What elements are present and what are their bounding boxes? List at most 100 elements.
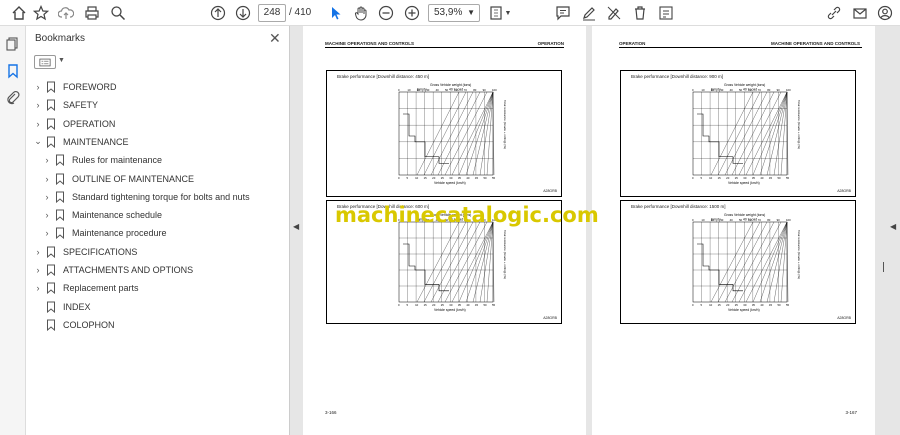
cloud-upload-icon[interactable] [56,3,76,23]
bookmark-item[interactable]: › SAFETY [32,96,98,114]
top-tick-label: 0 [692,218,694,222]
weight-line [710,221,754,303]
bottom-tick-label: 5 [407,303,409,307]
bookmark-item[interactable]: › SPECIFICATIONS [32,243,137,261]
page-total: / 410 [289,7,312,18]
bottom-tick-label: 55 [786,176,790,180]
chevron-right-icon[interactable]: › [41,155,53,165]
page-number-input[interactable]: 248 [258,4,286,22]
bottom-tick-label: 55 [492,176,496,180]
weight-line [717,91,761,176]
top-tick-label: 80 [473,88,477,92]
account-icon[interactable] [875,3,895,23]
plot-frame [398,221,494,303]
link-sign-icon[interactable] [824,3,844,23]
page-header-right: OPERATION [537,41,564,46]
chevron-right-icon[interactable]: › [41,210,53,220]
graph-body: Gross Vehicle weight (tons)Empty 40 t Loa… [398,83,507,185]
bookmark-item[interactable]: › OUTLINE OF MAINTENANCE [41,170,194,188]
bookmark-item[interactable]: ⌄ MAINTENANCE [32,133,129,151]
chevron-right-icon[interactable]: › [32,100,44,110]
plot-frame [398,91,494,176]
chevron-right-icon[interactable]: › [41,174,53,184]
bookmark-icon [46,81,58,94]
bottom-tick-label: 35 [458,176,462,180]
top-axis-title: Gross Vehicle weight (tons) [724,213,765,217]
close-icon[interactable]: ✕ [269,30,281,47]
bookmark-item[interactable]: › OPERATION [32,115,115,133]
next-page-icon[interactable] [233,3,253,23]
delete-trash-icon[interactable] [630,3,650,23]
bookmark-item[interactable]: COLOPHON [32,316,115,334]
weight-line [437,221,481,303]
hand-pan-icon[interactable] [351,3,371,23]
header-rule [619,47,862,48]
graph-code: A28GRB [837,189,851,193]
bookmark-item[interactable]: › ATTACHMENTS AND OPTIONS [32,261,193,279]
bookmark-item[interactable]: › Maintenance schedule [41,206,162,224]
highlight-pen-icon[interactable] [579,3,599,23]
expand-right-pane-handle[interactable]: ◀ [890,222,896,231]
zoom-in-icon[interactable] [402,3,422,23]
bottom-tick-label: 45 [769,176,773,180]
bottom-tick-label: 0 [692,176,694,180]
weight-line [759,221,788,303]
star-icon[interactable] [31,3,51,23]
bottom-tick-label: 45 [475,303,479,307]
weight-line [423,91,467,176]
page-fit-dropdown-icon[interactable]: ▼ [503,3,513,23]
zoom-out-icon[interactable] [376,3,396,23]
chevron-right-icon[interactable]: › [32,119,44,129]
bookmark-item[interactable]: › Standard tightening torque for bolts an… [41,188,250,206]
bookmark-panel-icon[interactable] [5,63,21,79]
select-cursor-icon[interactable] [326,3,346,23]
top-tick-label: 30 [720,218,724,222]
graph-code: A28GRB [837,316,851,320]
attachment-paperclip-icon[interactable] [5,90,21,106]
weight-line [437,91,481,176]
comment-icon[interactable] [553,3,573,23]
bookmark-item[interactable]: › FOREWORD [32,78,117,96]
bookmark-label: Standard tightening torque for bolts and… [72,191,250,202]
scrollbar-thumb[interactable] [883,262,884,272]
email-icon[interactable] [850,3,870,23]
chevron-right-icon[interactable]: › [32,283,44,293]
top-axis-title: Gross Vehicle weight (tons) [430,83,471,87]
print-icon[interactable] [82,3,102,23]
bookmark-icon [46,136,58,148]
weight-line [430,91,474,176]
chevron-right-icon[interactable]: › [41,228,53,238]
chevron-right-icon[interactable]: › [32,265,44,275]
bookmark-item[interactable]: › Maintenance procedure [41,224,167,242]
more-tools-icon[interactable] [656,3,676,23]
previous-page-icon[interactable] [208,3,228,23]
collapse-panel-handle[interactable]: ◀ [293,222,299,231]
weight-line [444,221,488,303]
bookmark-item[interactable]: › Replacement parts [32,279,139,297]
x-axis-label: Vehicle speed (km/h) [728,308,760,312]
weight-line [479,221,494,303]
weight-line [451,221,494,303]
side-navigation-rail [0,26,26,435]
document-page-left: MACHINE OPERATIONS AND CONTROLS OPERATIO… [303,26,586,435]
page-thumbnails-icon[interactable] [5,36,21,52]
bookmark-item[interactable]: INDEX [32,298,91,316]
zoom-level-select[interactable]: 53,9% ▼ [428,4,480,22]
graph-code: A28GRB [543,189,557,193]
bookmark-item[interactable]: › Rules for maintenance [41,151,162,169]
chevron-right-icon[interactable]: › [32,82,44,92]
home-icon[interactable] [9,3,29,23]
top-tick-label: 40 [436,88,440,92]
chevron-down-icon[interactable]: ⌄ [32,136,44,147]
bookmark-options-icon[interactable] [34,55,56,69]
draw-freehand-icon[interactable] [604,3,624,23]
top-tick-label: 10 [407,88,411,92]
chevron-down-icon[interactable]: ▼ [58,57,65,64]
y-axis-label: Total resistance (Grade + rolling) (%) [503,230,507,279]
graph-body: Gross Vehicle weight (tons)Empty 40 t Loa… [692,83,801,185]
zoom-search-icon[interactable] [108,3,128,23]
chevron-right-icon[interactable]: › [32,247,44,257]
chevron-right-icon[interactable]: › [41,192,53,202]
weight-line [717,221,761,303]
weight-line [745,91,788,176]
